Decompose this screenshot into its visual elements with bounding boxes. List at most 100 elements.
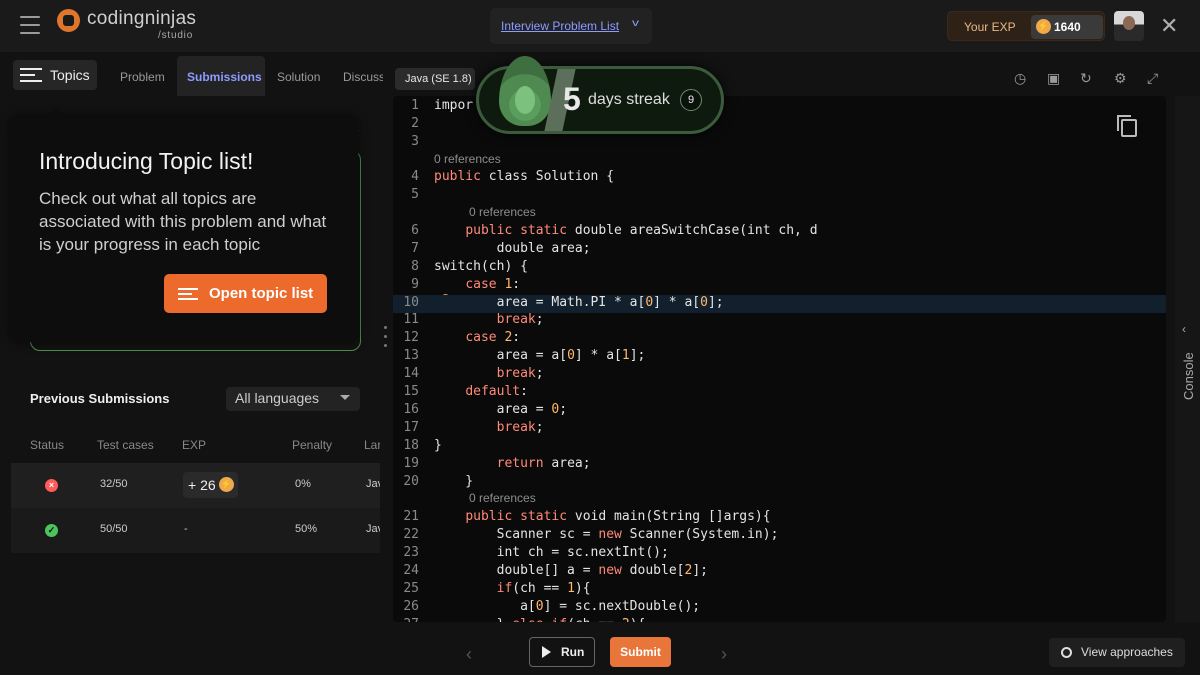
code-text[interactable]: impor	[434, 98, 473, 113]
line-number: 9	[411, 276, 419, 292]
tab-problem[interactable]: Problem	[120, 70, 165, 84]
view-approaches-button[interactable]: View approaches	[1049, 638, 1185, 667]
code-text[interactable]: }	[434, 438, 442, 453]
exp-widget[interactable]: Your EXP ⚡ 1640	[947, 11, 1105, 41]
tab-topics[interactable]: Topics	[13, 60, 97, 90]
open-topic-list-label: Open topic list	[209, 285, 314, 302]
previous-submissions-title: Previous Submissions	[30, 391, 170, 406]
line-number: 7	[411, 240, 419, 256]
lightbulb-icon	[1061, 647, 1072, 658]
close-icon[interactable]: ✕	[1160, 13, 1178, 39]
table-row[interactable]: × 32/50 + 26 ⚡ 0% Jav	[11, 463, 380, 508]
references-label[interactable]: 0 references	[434, 152, 501, 166]
line-number: 11	[403, 312, 419, 328]
tab-solution[interactable]: Solution	[277, 70, 320, 84]
line-number: 23	[403, 544, 419, 560]
code-editor[interactable]: 1 impor 2 3 0 references 4 public class Soluti…	[393, 96, 1166, 622]
code-text[interactable]: public class Solution {	[434, 169, 614, 184]
code-text[interactable]: break;	[434, 366, 544, 381]
topic-list-popup: Introducing Topic list! Check out what a…	[10, 108, 358, 342]
submit-button[interactable]: Submit	[610, 637, 671, 667]
fullscreen-icon[interactable]: ⤢	[1147, 70, 1158, 87]
coding-ninjas-logo[interactable]	[57, 9, 80, 32]
code-text[interactable]: if(ch == 1){	[434, 581, 591, 596]
console-label[interactable]: Console	[1181, 352, 1196, 400]
code-text[interactable]: double[] a = new double[2];	[434, 563, 708, 578]
line-number: 18	[403, 437, 419, 453]
exp-badge: + 26 ⚡	[183, 472, 238, 498]
line-number: 10	[403, 294, 419, 310]
problem-tabs: Topics Problem Submissions Solution Disc…	[0, 56, 390, 96]
code-line: 3	[393, 134, 1166, 152]
code-text[interactable]: break;	[434, 420, 544, 435]
line-number: 17	[403, 419, 419, 435]
code-text[interactable]: return area;	[434, 456, 591, 471]
code-text[interactable]: case 2:	[434, 330, 520, 345]
tab-submissions[interactable]: Submissions	[177, 56, 265, 96]
code-text[interactable]: a[0] = sc.nextDouble();	[434, 599, 700, 614]
code-text[interactable]: case 1:	[434, 277, 520, 292]
brand-name[interactable]: codingninjas	[87, 8, 196, 30]
menu-icon[interactable]	[20, 16, 40, 34]
code-line: 10 area = Math.PI * a[0] * a[0];	[393, 294, 1166, 313]
table-row[interactable]: ✓ 50/50 - 50% Jav	[11, 508, 380, 553]
flame-icon	[499, 56, 551, 126]
avatar[interactable]	[1114, 11, 1144, 41]
list-icon	[178, 287, 198, 300]
code-line: 14 break;	[393, 366, 1166, 384]
line-number: 12	[403, 330, 419, 346]
code-text[interactable]: break;	[434, 312, 544, 327]
save-icon[interactable]: ▣	[1047, 70, 1060, 87]
open-topic-list-button[interactable]: Open topic list	[164, 274, 327, 313]
language-value: Jav	[366, 478, 380, 490]
code-line: 18}	[393, 438, 1166, 456]
exp-value: 1640	[1054, 20, 1081, 34]
line-number: 3	[411, 133, 419, 149]
references-label[interactable]: 0 references	[469, 491, 536, 505]
code-text[interactable]: public static void main(String []args){	[434, 509, 770, 524]
code-line: 9 case 1:	[393, 277, 1166, 295]
failed-status-icon: ×	[45, 479, 58, 492]
column-header-penalty: Penalty	[292, 438, 333, 452]
chevron-left-icon[interactable]: ‹	[1182, 322, 1186, 336]
line-number: 24	[403, 562, 419, 578]
tab-discuss[interactable]: Discuss	[343, 70, 383, 84]
reset-icon[interactable]: ↻	[1080, 70, 1092, 87]
code-text[interactable]: area = Math.PI * a[0] * a[0];	[434, 295, 724, 310]
code-text[interactable]: public static double areaSwitchCase(int …	[434, 223, 817, 238]
chevron-right-icon[interactable]: ›	[721, 644, 727, 665]
code-text[interactable]: double area;	[434, 241, 591, 256]
topics-list-icon	[20, 68, 42, 82]
exp-gain-value: -	[184, 523, 188, 535]
language-tab[interactable]: Java (SE 1.8)	[395, 68, 475, 90]
code-text[interactable]: int ch = sc.nextInt();	[434, 545, 669, 560]
settings-gear-icon[interactable]: ⚙	[1114, 70, 1127, 87]
references-label[interactable]: 0 references	[469, 205, 536, 219]
line-number: 14	[403, 366, 419, 382]
code-text[interactable]: switch(ch) {	[434, 259, 528, 274]
code-line: 22 Scanner sc = new Scanner(System.in);	[393, 527, 1166, 545]
code-text[interactable]: default:	[434, 384, 528, 399]
exp-value-box: ⚡ 1640	[1031, 15, 1103, 39]
code-text[interactable]: }	[434, 474, 473, 489]
panel-resize-handle[interactable]	[384, 326, 388, 353]
line-number: 6	[411, 222, 419, 238]
line-number: 26	[403, 598, 419, 614]
code-text[interactable]: area = 0;	[434, 402, 567, 417]
line-number: 5	[411, 187, 419, 203]
streak-days: 5	[563, 81, 581, 117]
coin-icon: ⚡	[1036, 19, 1051, 34]
timer-icon[interactable]: ◷	[1014, 70, 1026, 87]
column-header-language: Lar	[364, 438, 380, 452]
code-line: 23 int ch = sc.nextInt();	[393, 545, 1166, 563]
interview-problem-list-label[interactable]: Interview Problem List	[501, 19, 619, 33]
popup-arrow	[48, 108, 64, 116]
run-button[interactable]: Run	[529, 637, 595, 667]
code-text[interactable]: Scanner sc = new Scanner(System.in);	[434, 527, 779, 542]
chevron-left-icon[interactable]: ‹	[466, 644, 472, 665]
streak-label: days streak	[588, 91, 670, 108]
language-filter-select[interactable]: All languages	[226, 387, 360, 411]
line-number: 16	[403, 401, 419, 417]
interview-problem-list-dropdown[interactable]: Interview Problem List v	[490, 8, 652, 44]
code-text[interactable]: area = a[0] * a[1];	[434, 348, 646, 363]
